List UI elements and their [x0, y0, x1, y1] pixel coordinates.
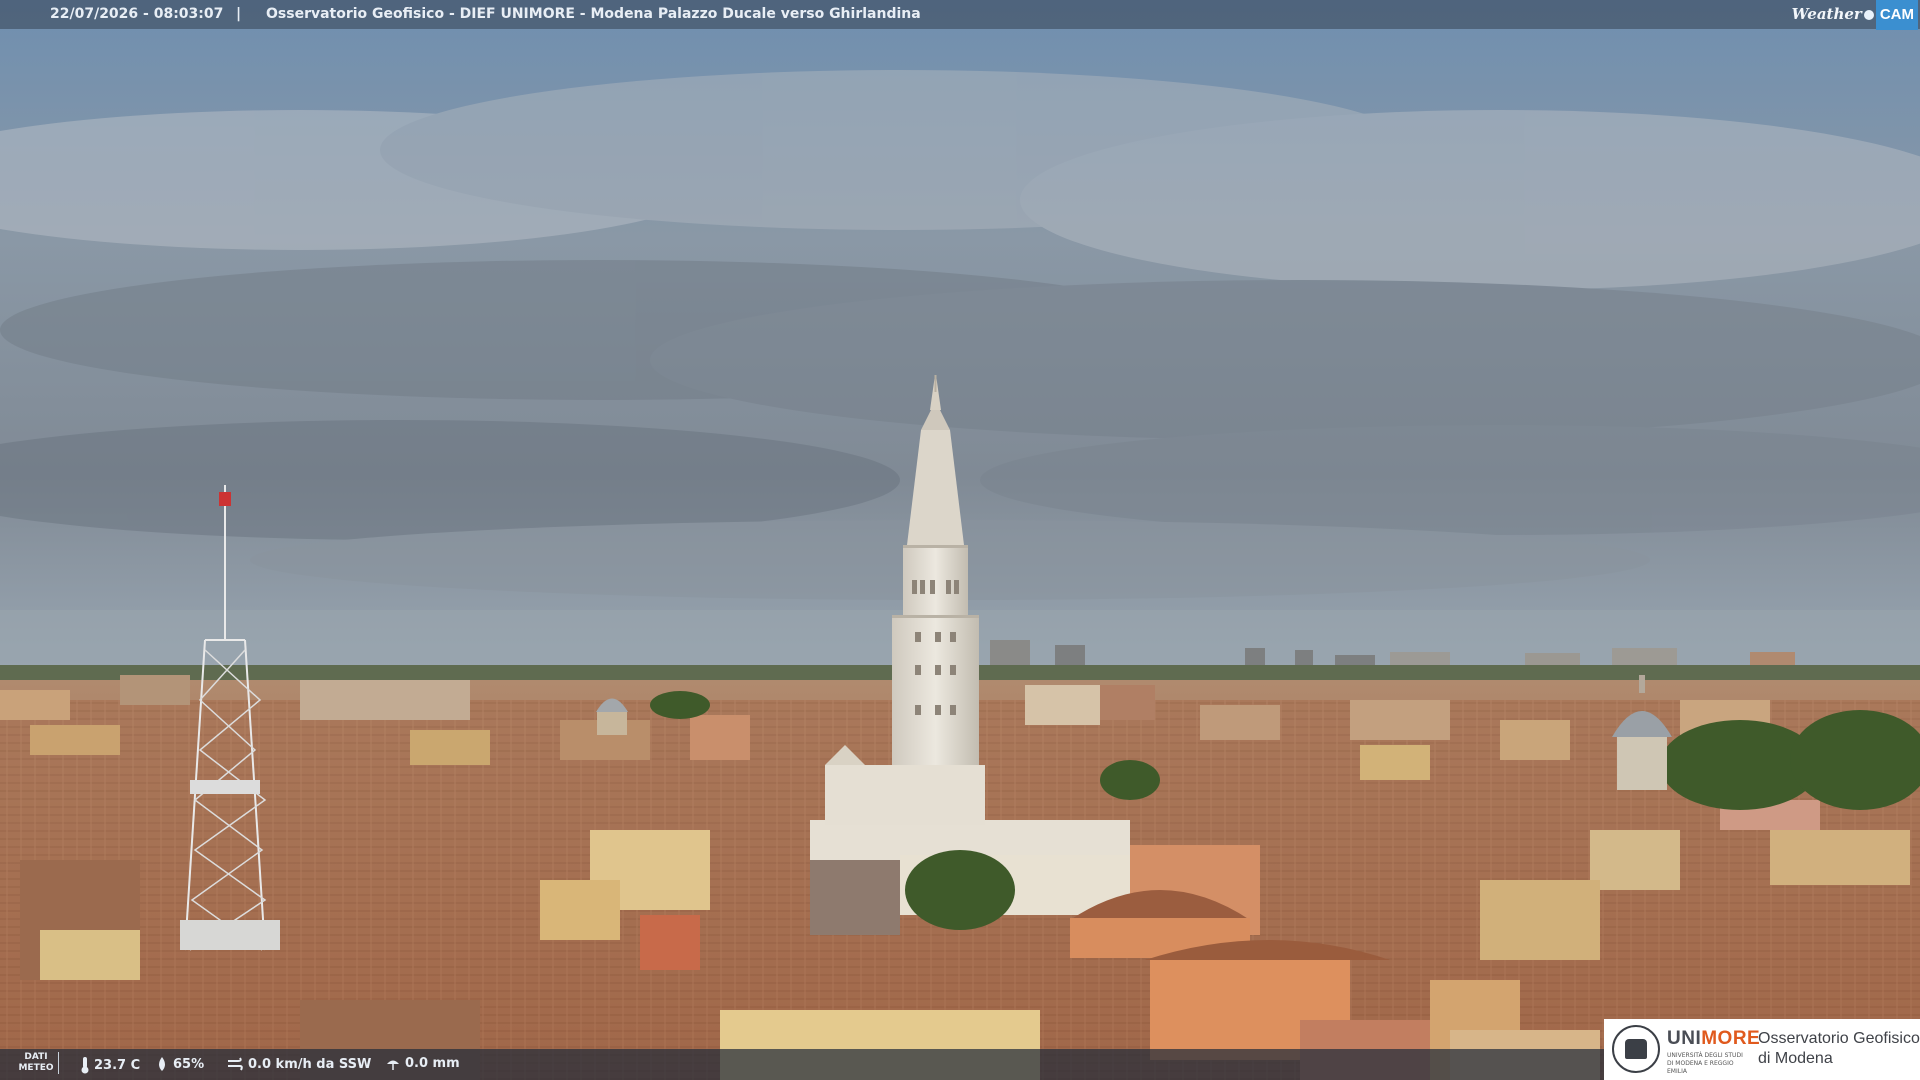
unimore-uni: UNI	[1667, 1028, 1702, 1049]
observatory-name: Osservatorio Geofisico di Modena	[1758, 1029, 1920, 1069]
thermometer-icon	[81, 1057, 89, 1074]
rain-icon	[387, 1060, 399, 1070]
wind-value: 0.0 km/h da SSW	[248, 1056, 372, 1072]
rooftop-units	[180, 920, 280, 950]
humidity-drop-icon	[159, 1057, 165, 1071]
weathercam-logo-weather: Weather	[1791, 5, 1862, 23]
meteo-label-line1: DATI	[24, 1052, 48, 1062]
meteo-label: DATI METEO	[14, 1052, 59, 1074]
unimore-seal-icon	[1612, 1025, 1660, 1073]
meteo-bar: DATI METEO 23.7 C 65% 0.0 km/h da SSW 0.…	[0, 1049, 1605, 1080]
rain-reading: 0.0 mm	[385, 1056, 460, 1071]
weathercam-logo-cam: CAM	[1875, 0, 1918, 30]
temperature-value: 23.7 C	[94, 1057, 141, 1073]
humidity-value: 65%	[173, 1056, 205, 1072]
observatory-line1: Osservatorio Geofisico	[1758, 1030, 1920, 1047]
separator: |	[236, 6, 242, 22]
unimore-subtitle: UNIVERSITÀ DEGLI STUDI DI MODENA E REGGI…	[1667, 1052, 1743, 1075]
cathedral	[825, 765, 985, 825]
timestamp: 22/07/2026 - 08:03:07	[50, 6, 224, 22]
unimore-logo: UNIMORE UNIVERSITÀ DEGLI STUDI DI MODENA…	[1604, 1019, 1920, 1080]
weathercam-logo: Weather CAM	[1791, 0, 1920, 30]
top-overlay-bar: 22/07/2026 - 08:03:07 | Osservatorio Geo…	[0, 0, 1920, 30]
temperature-reading: 23.7 C	[80, 1056, 140, 1074]
humidity-reading: 65%	[155, 1056, 204, 1072]
weathercam-dot-icon	[1863, 9, 1874, 20]
camera-title: Osservatorio Geofisico - DIEF UNIMORE - …	[266, 6, 921, 22]
unimore-more: MORE	[1701, 1028, 1761, 1049]
webcam-scene	[0, 0, 1920, 1080]
observatory-line2: di Modena	[1758, 1050, 1833, 1067]
wind-icon	[228, 1057, 243, 1071]
meteo-label-line2: METEO	[18, 1063, 54, 1073]
rain-value: 0.0 mm	[405, 1056, 460, 1071]
unimore-wordmark: UNIMORE	[1667, 1028, 1760, 1050]
wind-reading: 0.0 km/h da SSW	[226, 1056, 371, 1072]
